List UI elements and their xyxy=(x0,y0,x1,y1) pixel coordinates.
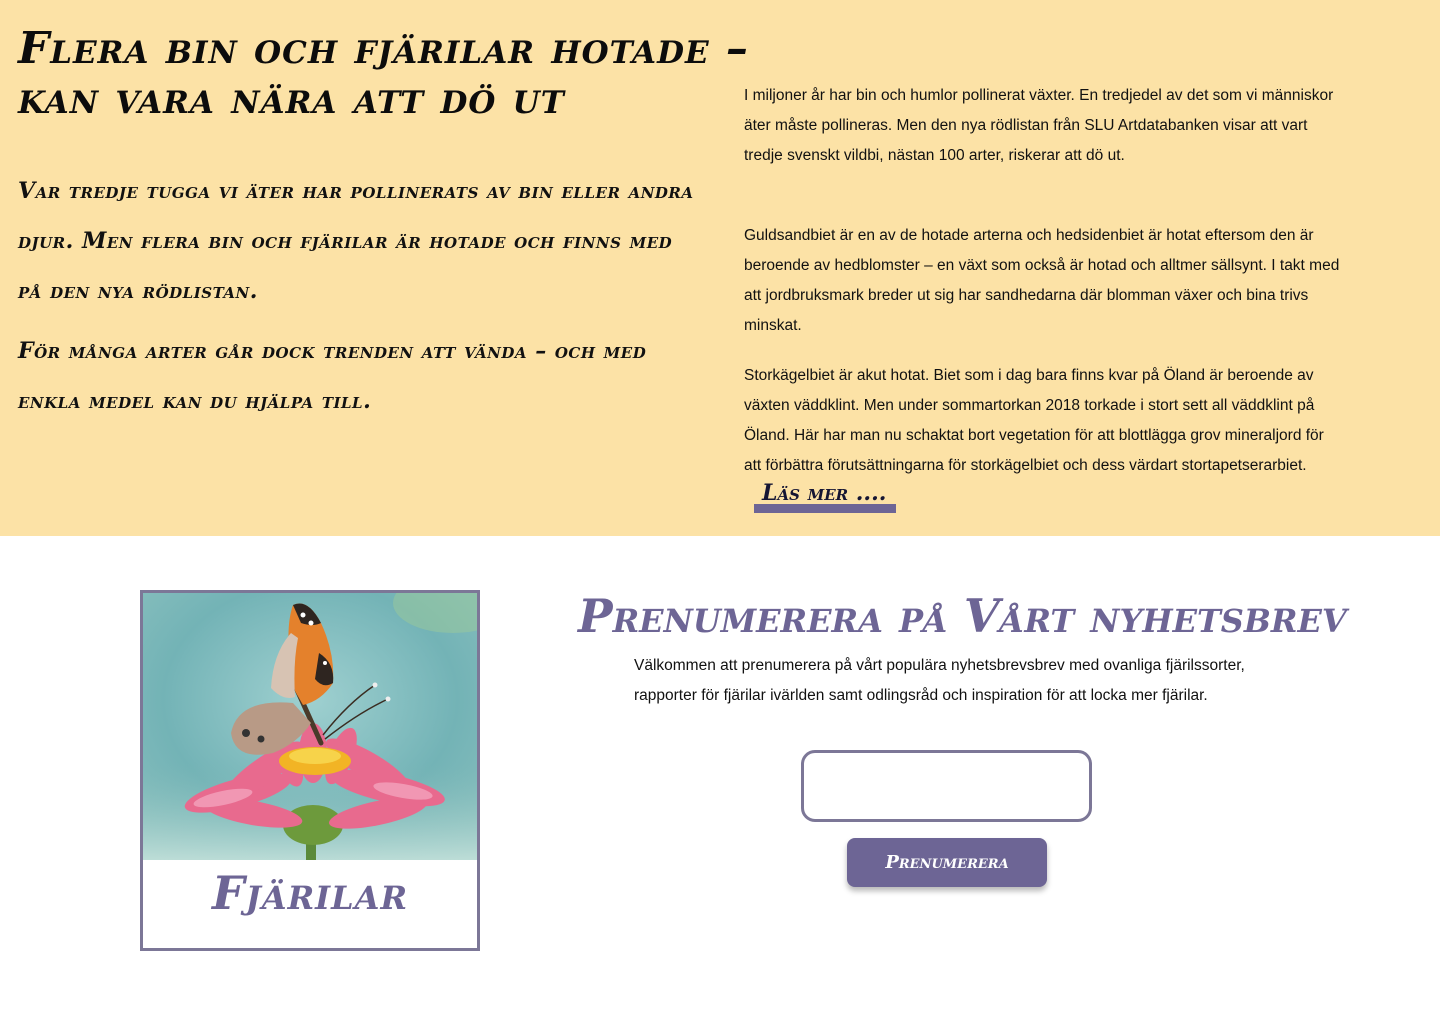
hero-section: Flera bin och fjärilar hotade – kan vara… xyxy=(0,0,1440,536)
card-label: Fjärilar xyxy=(211,866,409,920)
butterfly-card[interactable]: Fjärilar xyxy=(140,590,480,951)
read-more-link[interactable]: Läs mer .... xyxy=(754,482,897,513)
subscribe-button[interactable]: Prenumerera xyxy=(847,838,1047,887)
newsletter-title: Prenumerera på Vårt nyhetsbrev xyxy=(578,589,1347,643)
hero-paragraph-2: Guldsandbiet är en av de hotade arterna … xyxy=(744,227,1340,334)
butterfly-on-flower-illustration xyxy=(143,593,477,860)
hero-lead-2: För många arter går dock trenden att vän… xyxy=(18,338,647,414)
hero-title: Flera bin och fjärilar hotade – kan vara… xyxy=(18,23,749,124)
email-field[interactable] xyxy=(801,750,1092,822)
hero-paragraph-3: Storkägelbiet är akut hotat. Biet som i … xyxy=(744,361,1344,513)
newsletter-text: Välkommen att prenumerera på vårt populä… xyxy=(634,657,1245,704)
hero-paragraph-3-text: Storkägelbiet är akut hotat. Biet som i … xyxy=(744,367,1324,474)
hero-lead-1: Var tredje tugga vi äter har pollinerats… xyxy=(18,178,694,304)
butterfly-image xyxy=(143,593,477,860)
hero-paragraph-1: I miljoner år har bin och humlor polline… xyxy=(744,87,1334,164)
